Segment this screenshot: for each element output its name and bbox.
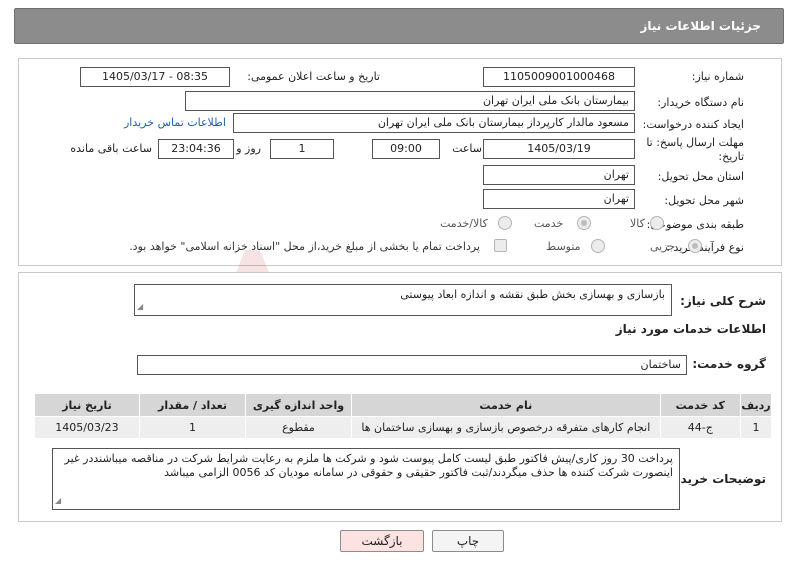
col-header-unit: واحد اندازه گیری <box>244 393 352 417</box>
cell-quantity: 1 <box>138 416 246 439</box>
service-group-field[interactable]: ساختمان <box>137 355 687 375</box>
buyer-contact-link[interactable]: اطلاعات تماس خریدار <box>124 116 226 129</box>
cell-service-code: ج-44 <box>659 416 741 439</box>
need-number-label: شماره نیاز: <box>691 70 744 83</box>
process-option-minor: جزیی <box>650 240 676 253</box>
cell-row-number: 1 <box>739 416 773 439</box>
remaining-time-field[interactable]: 23:04:36 <box>158 139 234 159</box>
creator-label: ایجاد کننده درخواست: <box>642 118 744 131</box>
announce-datetime-label: تاریخ و ساعت اعلان عمومی: <box>247 70 380 83</box>
resize-grip-icon[interactable]: ◢ <box>55 494 61 508</box>
col-header-quantity: تعداد / مقدار <box>138 393 246 417</box>
cell-need-date: 1405/03/23 <box>34 416 140 439</box>
table-header-row: ردیف کد خدمت نام خدمت واحد اندازه گیری ت… <box>34 393 773 417</box>
services-table: ردیف کد خدمت نام خدمت واحد اندازه گیری ت… <box>34 393 773 439</box>
treasury-payment-checkbox[interactable] <box>494 239 507 252</box>
remaining-days-field[interactable]: 1 <box>270 139 334 159</box>
service-group-label: گروه خدمت: <box>692 357 766 371</box>
cell-service-name: انجام کارهای متفرقه درخصوص بازسازی و بهس… <box>350 416 661 439</box>
remaining-label: ساعت باقی مانده <box>70 142 152 155</box>
need-summary-text: بازسازی و بهسازی بخش طبق نقشه و اندازه ا… <box>400 288 665 301</box>
days-label: روز و <box>236 142 261 155</box>
announce-datetime-field[interactable]: 1405/03/17 - 08:35 <box>80 67 230 87</box>
page-header: جزئیات اطلاعات نیاز <box>14 8 784 44</box>
need-summary-label: شرح کلی نیاز: <box>680 294 766 308</box>
table-row[interactable]: 1 ج-44 انجام کارهای متفرقه درخصوص بازساز… <box>34 416 773 439</box>
process-option-medium: متوسط <box>546 240 581 253</box>
services-section-title: اطلاعات خدمات مورد نیاز <box>615 322 766 336</box>
need-summary-textarea[interactable]: بازسازی و بهسازی بخش طبق نقشه و اندازه ا… <box>134 284 672 316</box>
col-header-need-date: تاریخ نیاز <box>34 393 140 417</box>
need-number-field[interactable]: 1105009001000468 <box>483 67 635 87</box>
buyer-org-field[interactable]: بیمارستان بانک ملی ایران تهران <box>185 91 635 111</box>
print-button[interactable]: چاپ <box>432 530 504 552</box>
buyer-notes-textarea[interactable]: پرداخت 30 روز کاری/پیش فاکتور طبق لیست ک… <box>52 448 680 510</box>
col-header-row-number: ردیف <box>739 393 773 417</box>
deadline-date-field[interactable]: 1405/03/19 <box>483 139 635 159</box>
deadline-label: مهلت ارسال پاسخ: تا <box>646 136 744 149</box>
process-label: نوع فرآیند خرید : <box>666 241 744 254</box>
deadline-time-label: ساعت <box>452 142 482 155</box>
col-header-service-name: نام خدمت <box>350 393 661 417</box>
province-field[interactable]: تهران <box>483 165 635 185</box>
cell-unit: مقطوع <box>244 416 352 439</box>
province-label: استان محل تحویل: <box>657 170 744 183</box>
process-radio-medium[interactable] <box>591 239 605 253</box>
creator-field[interactable]: مسعود مالدار کارپرداز بیمارستان بانک ملی… <box>233 113 635 133</box>
category-radio-goods-service[interactable] <box>498 216 512 230</box>
deadline-label-date: تاریخ: <box>718 150 744 163</box>
category-radio-goods[interactable] <box>650 216 664 230</box>
page-title: جزئیات اطلاعات نیاز <box>640 19 761 33</box>
back-button[interactable]: بازگشت <box>340 530 424 552</box>
buyer-org-label: نام دستگاه خریدار: <box>657 96 744 109</box>
category-option-goods: کالا <box>630 217 645 230</box>
city-label: شهر محل تحویل: <box>664 194 744 207</box>
resize-grip-icon[interactable]: ◢ <box>137 300 143 314</box>
category-option-service: خدمت <box>534 217 564 230</box>
buyer-notes-text: پرداخت 30 روز کاری/پیش فاکتور طبق لیست ک… <box>64 452 674 479</box>
need-info-panel <box>18 58 782 266</box>
process-radio-minor[interactable] <box>688 239 702 253</box>
treasury-payment-note: پرداخت تمام یا بخشی از مبلغ خرید،از محل … <box>129 240 480 253</box>
page: جزئیات اطلاعات نیاز شماره نیاز: 11050090… <box>0 0 788 566</box>
category-radio-service[interactable] <box>577 216 591 230</box>
col-header-service-code: کد خدمت <box>659 393 741 417</box>
category-option-goods-service: کالا/خدمت <box>440 217 488 230</box>
city-field[interactable]: تهران <box>483 189 635 209</box>
deadline-time-field[interactable]: 09:00 <box>372 139 440 159</box>
